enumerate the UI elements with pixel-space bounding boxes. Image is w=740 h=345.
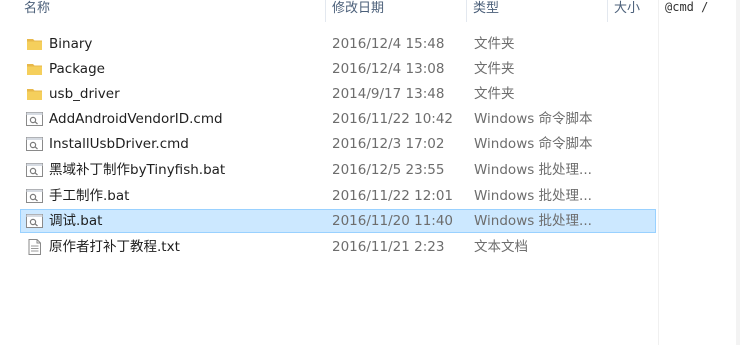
file-name[interactable]: InstallUsbDriver.cmd bbox=[49, 133, 331, 155]
file-type: 文件夹 bbox=[474, 61, 515, 77]
file-type: 文本文档 bbox=[474, 239, 528, 255]
file-row[interactable]: 原作者打补丁教程.txt 2016/11/21 2:23 文本文档 bbox=[20, 235, 656, 259]
file-type: Windows 批处理... bbox=[474, 188, 592, 204]
file-date-modified: 2016/11/21 2:23 bbox=[332, 239, 445, 255]
script-file-icon bbox=[26, 162, 43, 178]
file-name[interactable]: usb_driver bbox=[49, 83, 331, 105]
file-row[interactable]: Package 2016/12/4 13:08 文件夹 bbox=[20, 57, 656, 81]
folder-icon bbox=[26, 36, 43, 52]
folder-icon bbox=[26, 86, 43, 102]
column-header-size[interactable]: 大小 bbox=[608, 0, 658, 22]
file-type: Windows 批处理... bbox=[474, 162, 592, 178]
cmd-output-text: @cmd / bbox=[665, 0, 709, 14]
file-name[interactable]: Package bbox=[49, 58, 331, 80]
file-row[interactable]: Binary 2016/12/4 15:48 文件夹 bbox=[20, 32, 656, 56]
file-row[interactable]: 手工制作.bat 2016/11/22 12:01 Windows 批处理... bbox=[20, 184, 656, 208]
column-header-date-modified[interactable]: 修改日期 bbox=[326, 0, 466, 22]
column-header-type[interactable]: 类型 bbox=[467, 0, 607, 22]
file-row[interactable]: usb_driver 2014/9/17 13:48 文件夹 bbox=[20, 82, 656, 106]
file-type: 文件夹 bbox=[474, 36, 515, 52]
script-file-icon bbox=[26, 111, 43, 127]
file-name[interactable]: Binary bbox=[49, 33, 331, 55]
file-row[interactable]: 调试.bat 2016/11/20 11:40 Windows 批处理... bbox=[20, 209, 656, 233]
script-file-icon bbox=[26, 188, 43, 204]
file-name[interactable]: 黑域补丁制作byTinyfish.bat bbox=[49, 159, 331, 181]
file-date-modified: 2014/9/17 13:48 bbox=[332, 86, 445, 102]
file-type: 文件夹 bbox=[474, 86, 515, 102]
file-name[interactable]: 调试.bat bbox=[49, 210, 331, 232]
file-date-modified: 2016/11/22 12:01 bbox=[332, 188, 454, 204]
file-row[interactable]: 黑域补丁制作byTinyfish.bat 2016/12/5 23:55 Windo… bbox=[20, 158, 656, 182]
text-file-icon bbox=[26, 239, 43, 255]
script-file-icon bbox=[26, 136, 43, 152]
file-name[interactable]: 手工制作.bat bbox=[49, 185, 331, 207]
file-date-modified: 2016/12/4 13:08 bbox=[332, 61, 445, 77]
file-row[interactable]: InstallUsbDriver.cmd 2016/12/3 17:02 Windo… bbox=[20, 132, 656, 156]
column-header-bar: 名称 修改日期 类型 大小 bbox=[0, 0, 658, 22]
file-name[interactable]: 原作者打补丁教程.txt bbox=[49, 236, 331, 258]
file-date-modified: 2016/11/20 11:40 bbox=[332, 213, 454, 229]
script-file-icon bbox=[26, 213, 43, 229]
file-name[interactable]: AddAndroidVendorID.cmd bbox=[49, 108, 331, 130]
column-header-name[interactable]: 名称 bbox=[18, 0, 325, 22]
file-date-modified: 2016/12/5 23:55 bbox=[332, 162, 445, 178]
file-explorer-pane: 名称 修改日期 类型 大小 Binary 2016/12/4 15:48 文件夹 Pa… bbox=[0, 0, 658, 345]
file-type: Windows 批处理... bbox=[474, 213, 592, 229]
folder-icon bbox=[26, 61, 43, 77]
file-type: Windows 命令脚本 bbox=[474, 111, 593, 127]
file-row[interactable]: AddAndroidVendorID.cmd 2016/11/22 10:42 Wi… bbox=[20, 107, 656, 131]
window-edge bbox=[736, 0, 740, 345]
file-date-modified: 2016/12/4 15:48 bbox=[332, 36, 445, 52]
file-date-modified: 2016/11/22 10:42 bbox=[332, 111, 454, 127]
cmd-window: @cmd / bbox=[658, 0, 740, 345]
file-date-modified: 2016/12/3 17:02 bbox=[332, 136, 445, 152]
file-type: Windows 命令脚本 bbox=[474, 136, 593, 152]
